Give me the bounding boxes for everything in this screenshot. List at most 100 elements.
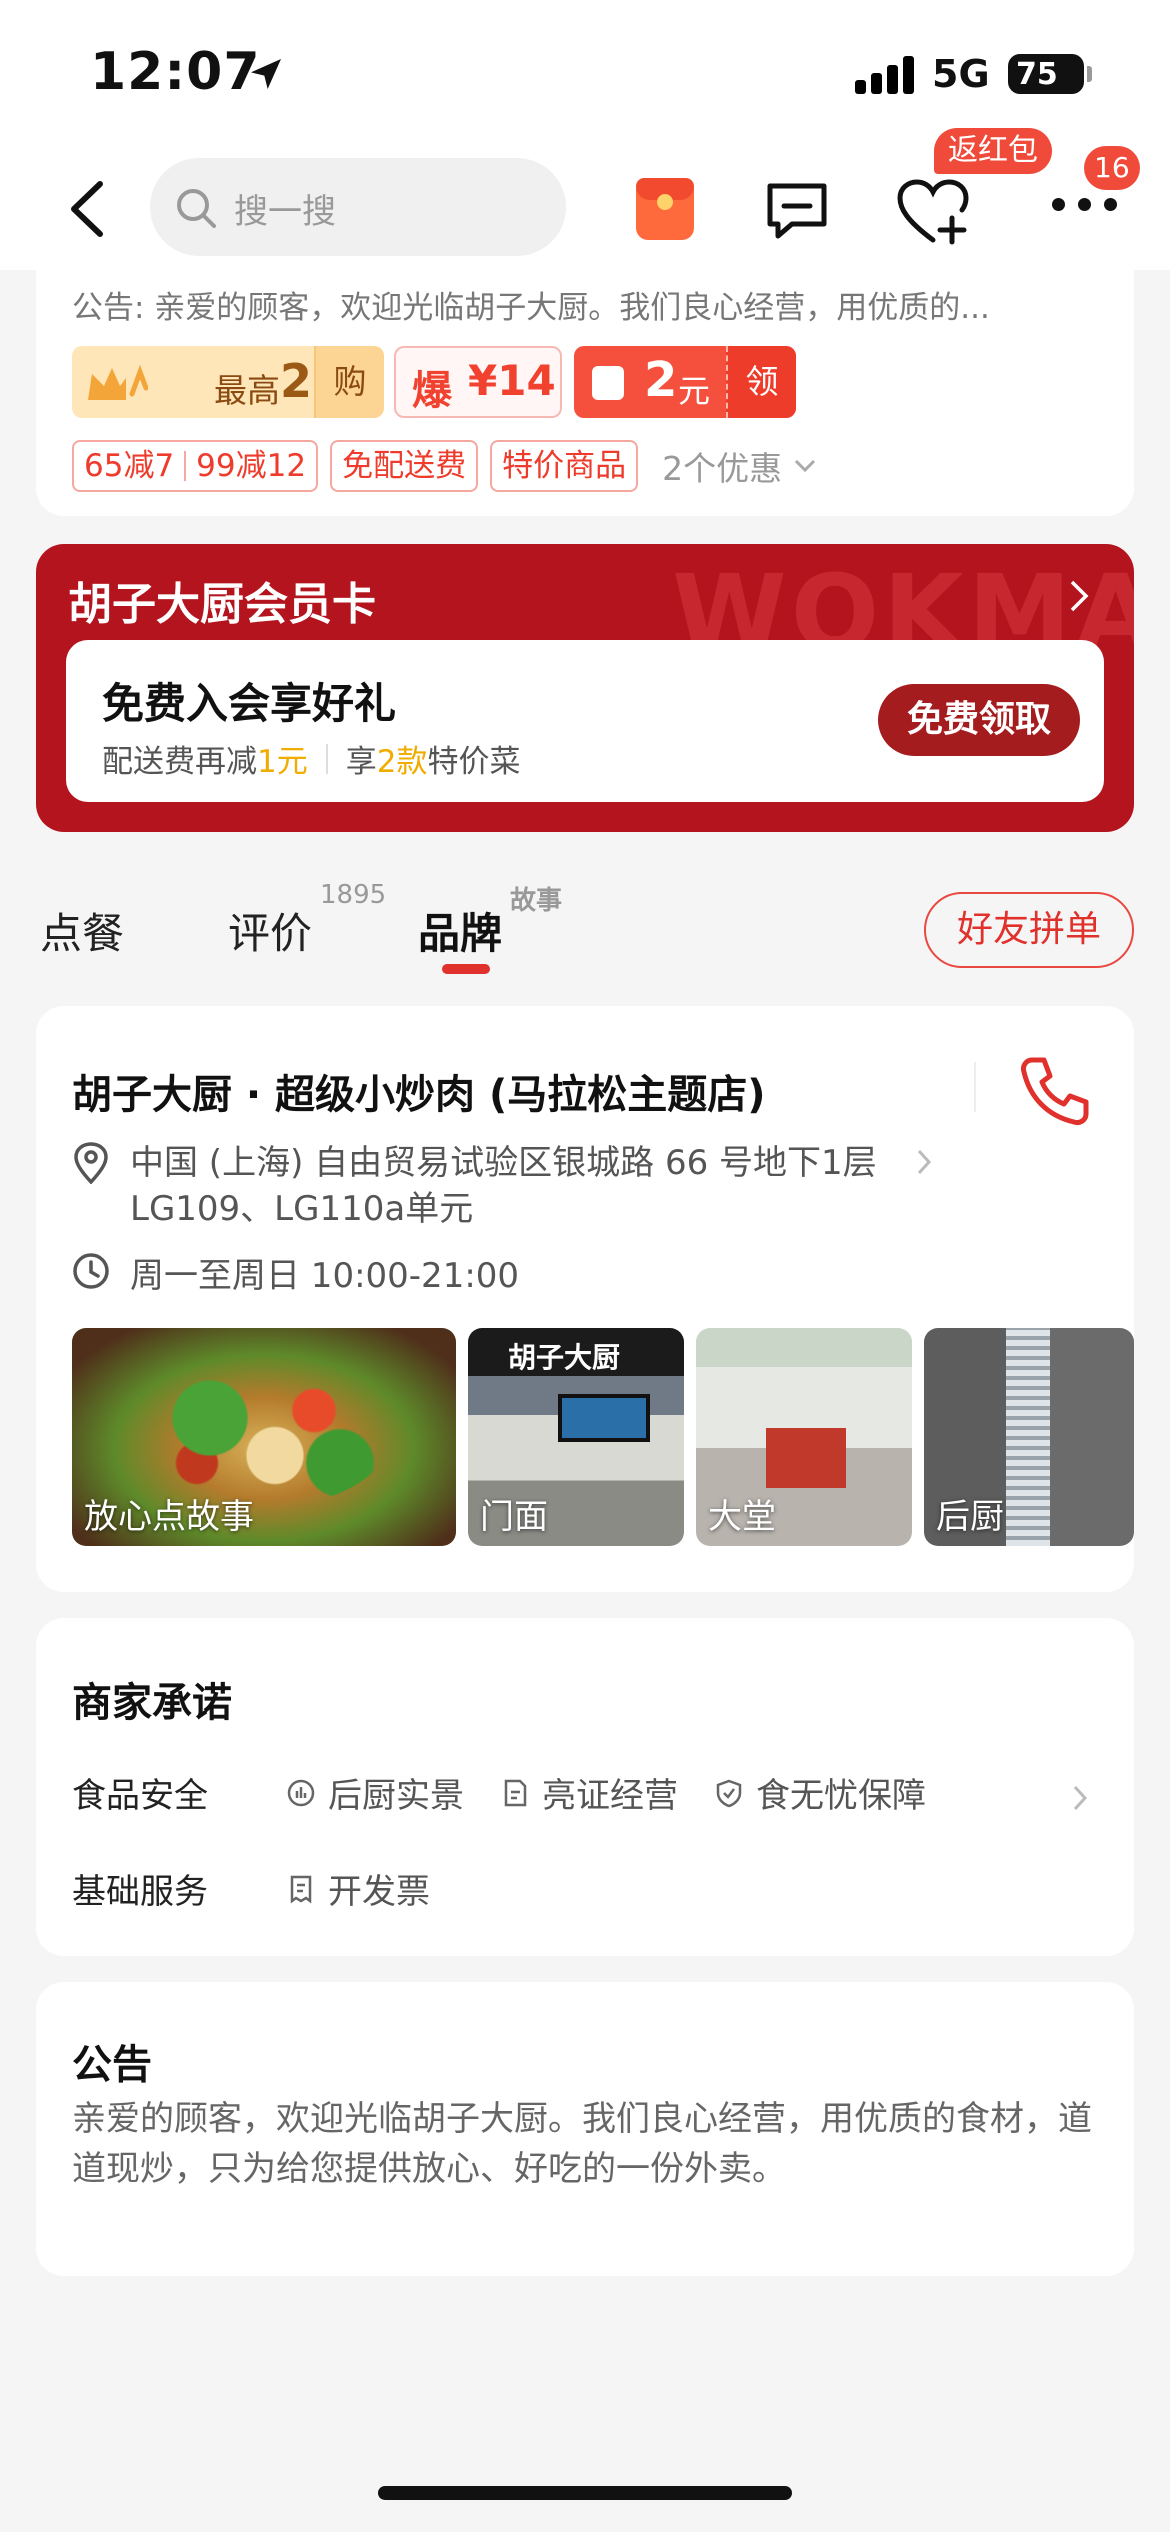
invoice-icon [290, 1875, 312, 1903]
hall-decor [766, 1428, 846, 1488]
promise-item: 亮证经营 [542, 1776, 678, 1816]
message-icon[interactable] [762, 178, 832, 244]
cashback-badge[interactable]: 返红包 [934, 128, 1052, 174]
red-packet-icon[interactable] [636, 178, 694, 240]
search-input[interactable]: 搜一搜 [150, 158, 566, 256]
notice-preview[interactable]: 公告: 亲爱的顾客，欢迎光临胡子大厨。我们良心经营，用优质的... [72, 282, 1072, 327]
vip-promo[interactable]: 最高 28 购 [72, 346, 384, 418]
promise-invoice: 开发票 [286, 1864, 430, 1913]
tab-reviews[interactable]: 评价 1895 [228, 880, 386, 961]
coupon-unit: 元 [678, 372, 711, 410]
vip-promo-label: 最高 [214, 371, 280, 410]
group-order-button[interactable]: 好友拼单 [924, 892, 1134, 968]
member-headline: 免费入会享好礼 [102, 679, 397, 728]
member-card-title: 胡子大厨会员卡 [68, 579, 376, 630]
hot-deal-promo[interactable]: 爆 ¥14 [394, 346, 562, 418]
coupon-promo[interactable]: 2 元 领 [574, 346, 796, 418]
hot-deal-price: ¥14 [468, 356, 556, 405]
active-tab-indicator [442, 964, 490, 974]
discount-tag-a: 65减7 [84, 448, 175, 484]
phone-icon[interactable] [1016, 1052, 1094, 1130]
promise-food-guarantee: 食无忧保障 [714, 1768, 926, 1817]
join-free-button[interactable]: 免费领取 [878, 684, 1080, 756]
photo-caption: 门面 [480, 1497, 548, 1537]
discount-tag-b: 99减12 [196, 448, 307, 484]
coupon-envelope-icon [592, 366, 624, 400]
store-name: 胡子大厨 · 超级小炒肉 (马拉松主题店) [72, 1072, 766, 1118]
benefit2-value: 2款 [376, 744, 428, 780]
brand-story-label: 故事 [510, 886, 563, 916]
business-hours: 周一至周日 10:00-21:00 [130, 1256, 520, 1296]
promise-item: 开发票 [328, 1872, 430, 1912]
back-arrow-icon[interactable] [62, 178, 110, 240]
announcement-title: 公告 [72, 2042, 152, 2088]
full-reduction-tag[interactable]: 65减7 99减12 [72, 440, 319, 492]
location-pin-icon [74, 1142, 108, 1184]
clock-time: 12:07 [90, 42, 261, 102]
license-icon [504, 1779, 527, 1806]
discount-tags: 65减7 99减12 免配送费 特价商品 2个优惠 [72, 440, 816, 492]
home-indicator[interactable] [378, 2486, 792, 2500]
search-icon [177, 189, 216, 228]
chevron-down-icon [795, 459, 816, 473]
storefront-sign: 胡子大厨 [508, 1341, 621, 1374]
chevron-right-icon [917, 1149, 932, 1175]
favorite-add-icon[interactable] [896, 178, 970, 246]
vip-buy-button[interactable]: 购 [314, 346, 384, 418]
more-offers-toggle[interactable]: 2个优惠 [662, 442, 816, 490]
announcement-card: 公告 亲爱的顾客，欢迎光临胡子大厨。我们良心经营，用优质的食材，道道现炒，只为给… [36, 1982, 1134, 2276]
dish-photo [132, 1358, 392, 1508]
promise-title: 商家承诺 [72, 1680, 232, 1726]
signal-icon [855, 56, 917, 94]
count-badge: 16 [1084, 146, 1140, 190]
benefit2-suffix: 特价菜 [427, 744, 521, 780]
kitchen-conveyor [1006, 1328, 1050, 1546]
menu-screen [558, 1394, 650, 1442]
food-safety-label: 食品安全 [72, 1776, 208, 1816]
more-offers-label: 2个优惠 [662, 449, 783, 488]
battery-icon: 75 [1008, 54, 1092, 94]
basic-service-label: 基础服务 [72, 1872, 208, 1912]
store-tabs: 点餐 评价 1895 品牌 故事 好友拼单 [0, 880, 1170, 1000]
benefit-value: 1元 [257, 744, 308, 780]
merchant-promise-card[interactable]: 商家承诺 食品安全 后厨实景 亮证经营 食无忧保障 基础服务 开发票 [36, 1618, 1134, 1956]
shield-check-icon [716, 1779, 742, 1807]
benefit2-prefix: 享 [345, 744, 377, 780]
member-benefits: 配送费再减 1元 享 2款 特价菜 [102, 736, 520, 781]
hot-deal-label: 爆 [412, 368, 452, 414]
store-info-card: 胡子大厨 · 超级小炒肉 (马拉松主题店) 中国 (上海) 自由贸易试验区银城路… [36, 1006, 1134, 1592]
tab-brand-label: 品牌 [418, 909, 503, 958]
promise-kitchen-live: 后厨实景 [286, 1768, 464, 1817]
benefit-prefix: 配送费再减 [102, 744, 257, 780]
crown-icon [88, 364, 148, 400]
photo-caption: 放心点故事 [84, 1497, 254, 1537]
promise-licensed: 亮证经营 [500, 1768, 678, 1817]
announcement-body: 亲爱的顾客，欢迎光临胡子大厨。我们良心经营，用优质的食材，道道现炒，只为给您提供… [72, 2099, 1092, 2189]
photo-caption: 大堂 [708, 1497, 776, 1537]
coupon-claim-button[interactable]: 领 [726, 346, 796, 418]
photo-story[interactable]: 放心点故事 [72, 1328, 456, 1546]
special-price-tag[interactable]: 特价商品 [490, 440, 639, 492]
search-placeholder: 搜一搜 [234, 192, 336, 232]
chevron-right-icon [1073, 1785, 1088, 1811]
promise-item: 后厨实景 [328, 1776, 464, 1816]
free-delivery-tag[interactable]: 免配送费 [330, 440, 479, 492]
photo-kitchen[interactable]: 后厨 [924, 1328, 1134, 1546]
clock-icon [73, 1253, 109, 1289]
tab-order[interactable]: 点餐 [40, 900, 124, 961]
store-summary-card: 公告: 亲爱的顾客，欢迎光临胡子大厨。我们良心经营，用优质的... 最高 28 … [36, 270, 1134, 516]
photo-caption: 后厨 [936, 1497, 1004, 1537]
store-address[interactable]: 中国 (上海) 自由贸易试验区银城路 66 号地下1层 LG109、LG110a… [130, 1140, 950, 1232]
kitchen-live-icon [287, 1779, 315, 1806]
tab-brand[interactable]: 品牌 故事 [418, 886, 562, 961]
reviews-count: 1895 [320, 880, 387, 910]
tab-reviews-label: 评价 [228, 909, 313, 958]
coupon-amount: 2 [644, 352, 678, 408]
battery-level: 75 [1016, 56, 1058, 92]
photo-storefront[interactable]: 胡子大厨 门面 [468, 1328, 684, 1546]
network-type: 5G [932, 52, 990, 96]
promise-item: 食无忧保障 [756, 1776, 926, 1816]
photo-dining-hall[interactable]: 大堂 [696, 1328, 912, 1546]
more-icon[interactable] [1052, 198, 1118, 218]
member-card[interactable]: WOKMAN 胡子大厨会员卡 免费入会享好礼 配送费再减 1元 享 2款 特价菜… [36, 544, 1134, 832]
